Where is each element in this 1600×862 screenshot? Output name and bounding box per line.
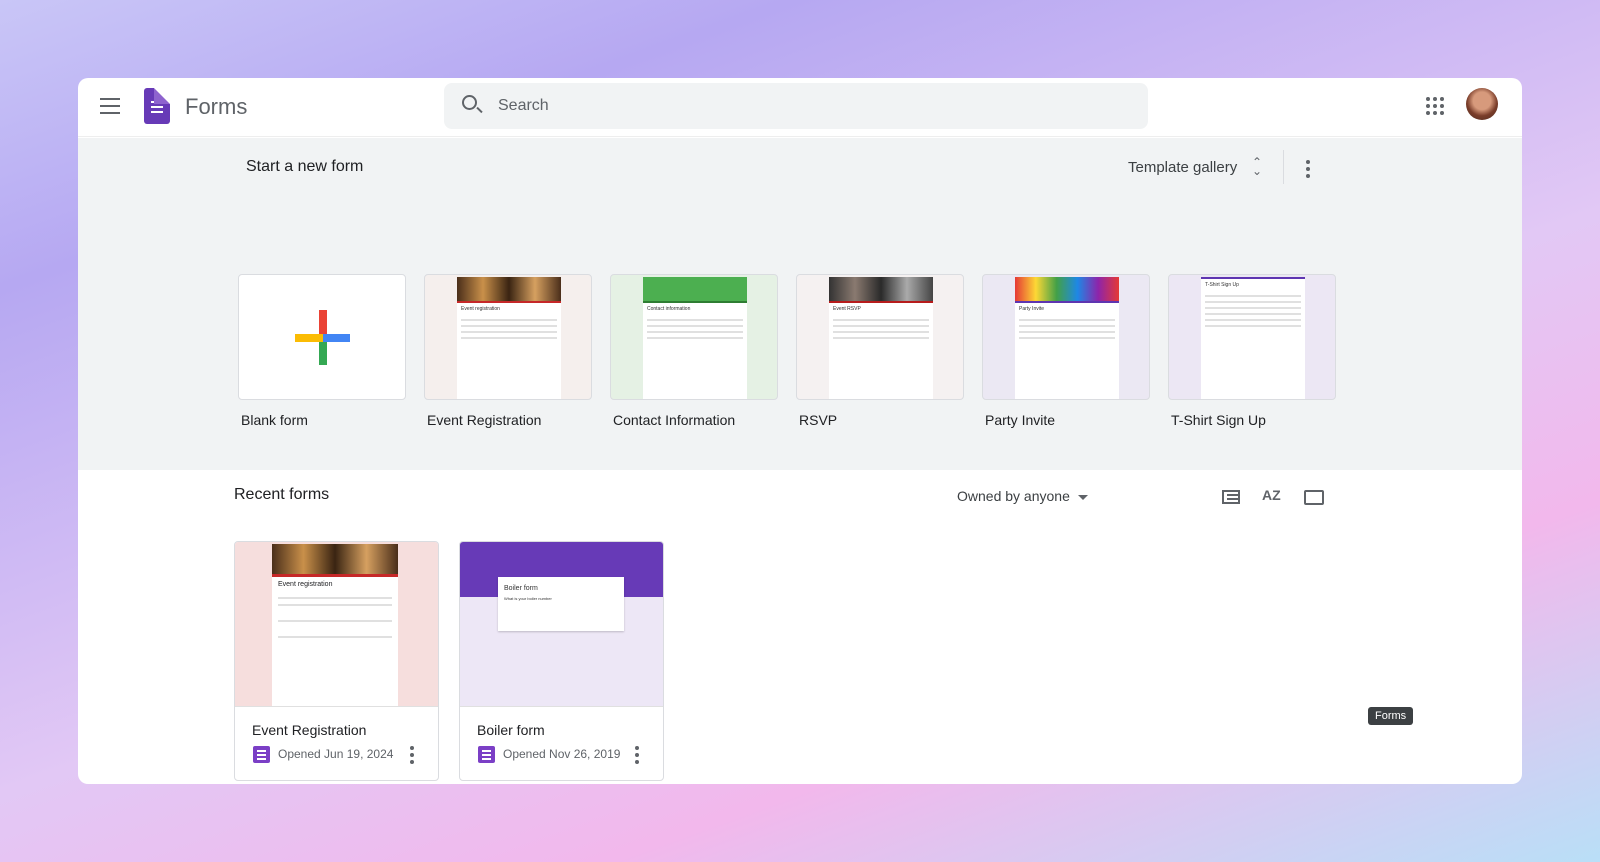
avatar[interactable] [1466, 88, 1498, 120]
template-label: T-Shirt Sign Up [1171, 412, 1266, 428]
preview-title: Event registration [278, 581, 333, 588]
sort-az-icon[interactable]: AZ [1262, 487, 1281, 503]
search-icon [462, 95, 477, 110]
search-input[interactable]: Search [444, 83, 1148, 129]
template-thumbnail[interactable]: T-Shirt Sign Up [1168, 274, 1336, 400]
recent-form-card[interactable]: Event registration Event Registration Op… [234, 541, 439, 781]
template-thumbnail[interactable] [238, 274, 406, 400]
preview-title: T-Shirt Sign Up [1205, 282, 1239, 288]
template-contact-information[interactable]: Contact information Contact Information [610, 274, 778, 428]
preview-title: Event RSVP [833, 306, 861, 312]
more-options-icon[interactable] [410, 746, 414, 767]
template-thumbnail[interactable]: Event registration [424, 274, 592, 400]
template-label: Event Registration [427, 412, 542, 428]
forms-icon [253, 746, 270, 763]
opened-date: Opened Jun 19, 2024 [278, 747, 394, 761]
preview-title: Party Invite [1019, 306, 1045, 312]
opened-date: Opened Nov 26, 2019 [503, 747, 621, 761]
folder-icon[interactable] [1304, 490, 1324, 505]
recent-forms-title: Recent forms [234, 486, 330, 503]
recent-form-card[interactable]: Boiler form What is your boiler number B… [459, 541, 664, 781]
preview-title: Contact information [647, 306, 691, 312]
list-view-icon[interactable] [1222, 490, 1240, 504]
template-label: RSVP [799, 412, 838, 428]
main-menu-icon[interactable] [100, 98, 120, 114]
template-tshirt-sign-up[interactable]: T-Shirt Sign Up T-Shirt Sign Up [1168, 274, 1336, 428]
form-name: Boiler form [477, 722, 545, 738]
template-label: Blank form [241, 412, 308, 428]
template-rsvp[interactable]: Event RSVP RSVP [796, 274, 964, 428]
search-placeholder: Search [498, 97, 549, 114]
forms-window: Forms Search Start a new form Template g… [78, 78, 1522, 784]
more-options-icon[interactable] [1306, 160, 1310, 181]
template-section: Start a new form Template gallery ⌃ ⌄ Bla… [78, 138, 1522, 470]
app-name[interactable]: Forms [185, 94, 247, 120]
template-event-registration[interactable]: Event registration Event Registration [424, 274, 592, 428]
forms-icon [478, 746, 495, 763]
template-blank-form[interactable]: Blank form [238, 274, 406, 428]
form-thumbnail[interactable]: Boiler form What is your boiler number [460, 542, 663, 707]
template-label: Party Invite [985, 412, 1056, 428]
template-thumbnail[interactable]: Party Invite [982, 274, 1150, 400]
template-section-title: Start a new form [246, 158, 364, 175]
template-label: Contact Information [613, 412, 736, 428]
forms-logo-icon[interactable] [144, 88, 170, 124]
form-name: Event Registration [252, 722, 367, 738]
preview-title: Boiler form [504, 585, 538, 592]
tooltip: Forms [1368, 707, 1414, 725]
divider [1283, 150, 1284, 184]
owner-filter-dropdown[interactable]: Owned by anyone [957, 488, 1088, 504]
template-thumbnail[interactable]: Event RSVP [796, 274, 964, 400]
template-gallery-button[interactable]: Template gallery [1128, 159, 1237, 176]
preview-title: Event registration [461, 306, 500, 312]
plus-icon [295, 310, 350, 365]
template-thumbnail[interactable]: Contact information [610, 274, 778, 400]
preview-question: What is your boiler number [504, 596, 552, 601]
form-thumbnail[interactable]: Event registration [235, 542, 438, 707]
more-options-icon[interactable] [635, 746, 639, 767]
top-bar: Forms Search [78, 78, 1522, 137]
unfold-icon[interactable]: ⌃ ⌄ [1252, 156, 1262, 177]
template-party-invite[interactable]: Party Invite Party Invite [982, 274, 1150, 428]
google-apps-icon[interactable] [1426, 97, 1444, 115]
